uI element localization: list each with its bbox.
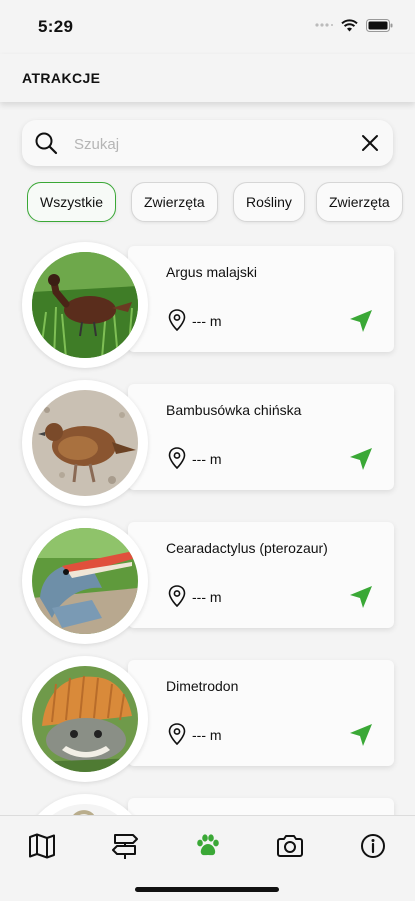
attraction-thumbnail — [22, 380, 148, 506]
attraction-thumbnail — [22, 656, 148, 782]
tab-camera[interactable] — [268, 826, 312, 866]
home-indicator[interactable] — [135, 887, 279, 892]
camera-icon — [277, 835, 303, 857]
attraction-distance: --- m — [192, 451, 222, 467]
attraction-distance: --- m — [192, 727, 222, 743]
list-item[interactable]: Bambusówka chińska --- m — [0, 376, 415, 508]
search-icon — [35, 132, 58, 155]
partridge-on-gravel-image — [32, 390, 138, 496]
tab-info[interactable] — [351, 826, 395, 866]
status-icons — [315, 18, 393, 32]
close-icon[interactable] — [361, 134, 379, 152]
filter-chip-animals[interactable]: Zwierzęta — [131, 182, 218, 222]
status-bar: 5:29 — [0, 0, 415, 54]
navigate-arrow-icon[interactable] — [348, 584, 374, 610]
map-icon — [29, 833, 55, 859]
tab-map[interactable] — [20, 826, 64, 866]
pterosaur-model-image — [32, 528, 138, 634]
attraction-name: Argus malajski — [166, 264, 258, 280]
location-pin-icon — [168, 309, 186, 331]
navigate-arrow-icon[interactable] — [348, 308, 374, 334]
list-item[interactable]: Argus malajski --- m — [0, 238, 415, 370]
filter-chip-animals-2[interactable]: Zwierzęta — [316, 182, 403, 222]
attraction-card[interactable]: Argus malajski --- m — [128, 246, 394, 352]
filter-chips: Wszystkie Zwierzęta Rośliny Zwierzęta — [27, 182, 415, 226]
app-header: ATRAKCJE — [0, 54, 415, 102]
attraction-name: Dimetrodon — [166, 678, 239, 694]
tab-routes[interactable] — [103, 826, 147, 866]
attraction-card[interactable] — [128, 798, 394, 815]
list-item[interactable] — [0, 790, 415, 815]
signal-icon — [315, 23, 333, 27]
search-input[interactable] — [72, 132, 346, 156]
paw-icon — [197, 834, 219, 856]
filter-chip-all[interactable]: Wszystkie — [27, 182, 116, 222]
signpost-icon — [112, 834, 138, 859]
location-pin-icon — [168, 447, 186, 469]
location-pin-icon — [168, 585, 186, 607]
attraction-card[interactable]: Dimetrodon --- m — [128, 660, 394, 766]
info-icon — [361, 834, 385, 858]
page-title: ATRAKCJE — [22, 70, 101, 86]
search-bar[interactable] — [22, 120, 393, 166]
attraction-name: Cearadactylus (pterozaur) — [166, 540, 328, 556]
navigate-arrow-icon[interactable] — [348, 446, 374, 472]
filter-chip-plants[interactable]: Rośliny — [233, 182, 305, 222]
attraction-card[interactable]: Cearadactylus (pterozaur) --- m — [128, 522, 394, 628]
attraction-distance: --- m — [192, 589, 222, 605]
navigate-arrow-icon[interactable] — [348, 722, 374, 748]
status-time: 5:29 — [38, 17, 74, 36]
location-pin-icon — [168, 723, 186, 745]
attraction-distance: --- m — [192, 313, 222, 329]
list-item[interactable]: Cearadactylus (pterozaur) --- m — [0, 514, 415, 646]
tab-attractions[interactable] — [186, 826, 230, 866]
attraction-list[interactable]: Argus malajski --- m Bambusówka chińska … — [0, 238, 415, 815]
attraction-card[interactable]: Bambusówka chińska --- m — [128, 384, 394, 490]
bird-in-grass-image — [32, 252, 138, 358]
attraction-thumbnail — [22, 242, 148, 368]
partial-item-image — [32, 804, 138, 815]
list-item[interactable]: Dimetrodon --- m — [0, 652, 415, 784]
attraction-thumbnail — [22, 518, 148, 644]
battery-icon — [366, 18, 393, 32]
wifi-icon — [341, 18, 358, 31]
dimetrodon-model-image — [32, 666, 138, 772]
attraction-name: Bambusówka chińska — [166, 402, 302, 418]
